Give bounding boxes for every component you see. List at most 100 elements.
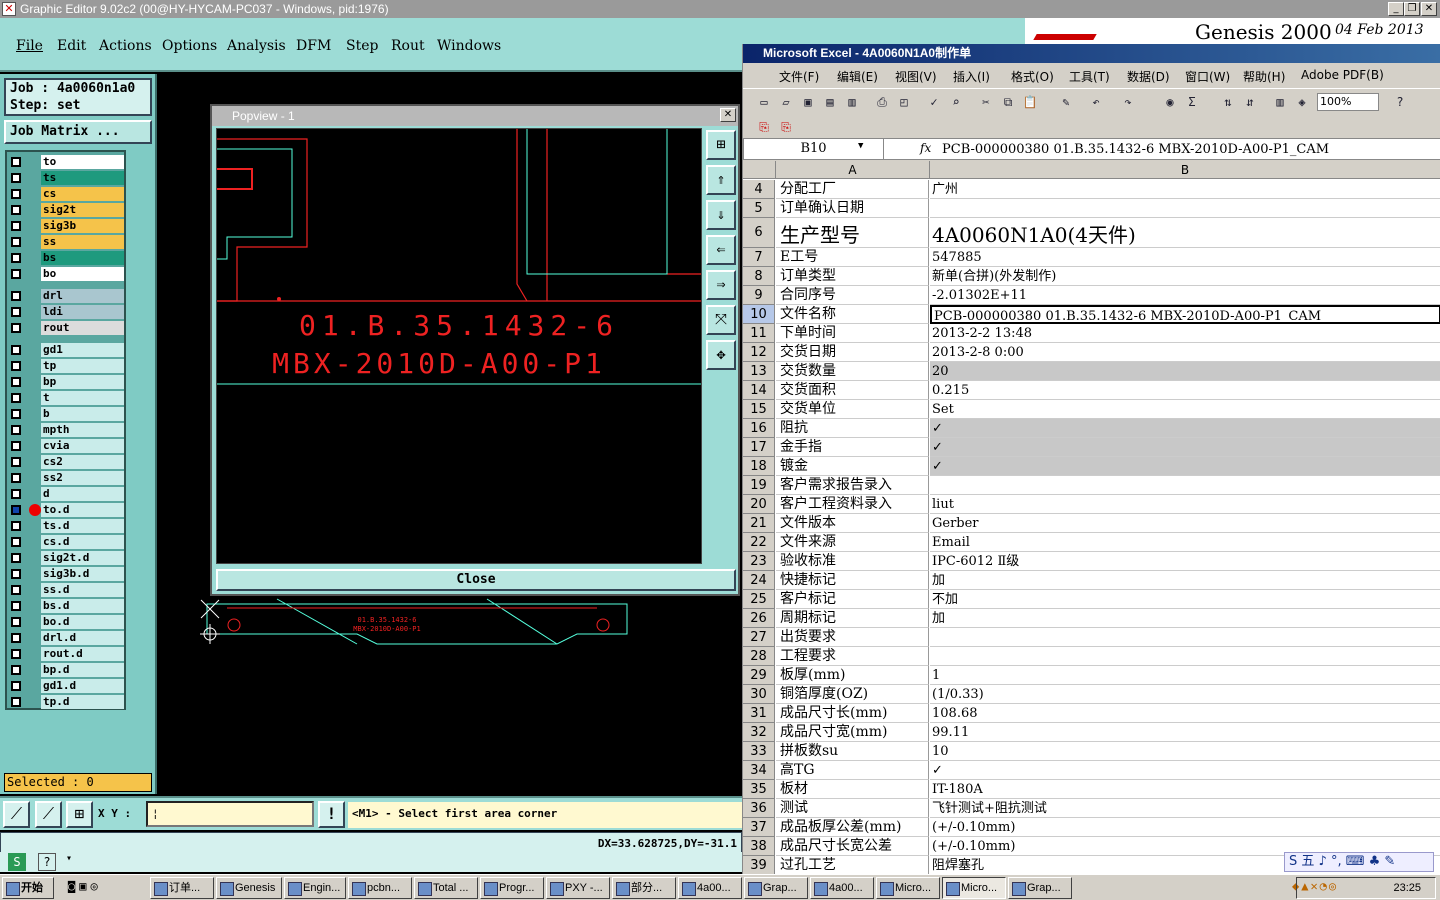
cell-b[interactable]: 2013-2-8 0:00 — [930, 343, 1440, 362]
cell-b[interactable]: liut — [930, 495, 1440, 514]
cell-b[interactable] — [930, 199, 1440, 218]
layer-row[interactable]: sig2t.d — [7, 550, 124, 566]
layer-name[interactable]: cs — [41, 187, 124, 201]
cell-b[interactable]: 20 — [930, 362, 1440, 381]
snap-icon[interactable]: ⟋ — [3, 801, 30, 828]
row-number[interactable]: 17 — [743, 438, 775, 457]
chart-icon[interactable]: ▥ — [1271, 93, 1289, 111]
undo-icon[interactable]: ↶ — [1087, 93, 1105, 111]
taskbar-button[interactable]: Micro... — [942, 877, 1006, 899]
taskbar-button[interactable]: 4a00... — [678, 877, 742, 899]
cell-b[interactable]: 飞针测试+阻抗测试 — [930, 799, 1440, 818]
ime-toolbar[interactable]: S 五 ♪ °, ⌨ ♣ ✎ — [1284, 852, 1434, 872]
layer-checkbox[interactable] — [11, 323, 21, 333]
layer-name[interactable]: bs — [41, 251, 124, 265]
row-number[interactable]: 39 — [743, 856, 775, 874]
cell-b[interactable]: ✓ — [930, 438, 1440, 457]
row-number[interactable]: 14 — [743, 381, 775, 400]
layer-name[interactable]: to.d — [41, 503, 124, 517]
row-number[interactable]: 19 — [743, 476, 775, 495]
layer-checkbox[interactable] — [11, 345, 21, 355]
layer-name[interactable]: gd1 — [41, 343, 124, 357]
layer-row[interactable]: rout — [7, 320, 124, 336]
excel-menu-insert[interactable]: 插入(I) — [953, 68, 990, 85]
row-number[interactable]: 7 — [743, 248, 775, 267]
cell-b[interactable]: 10 — [930, 742, 1440, 761]
layer-checkbox[interactable] — [11, 307, 21, 317]
layer-name[interactable]: tp — [41, 359, 124, 373]
cell-b[interactable]: 99.11 — [930, 723, 1440, 742]
cell-b[interactable]: ✓ — [930, 419, 1440, 438]
cell-a[interactable]: 工程要求 — [776, 647, 929, 666]
layer-name[interactable]: ss.d — [41, 583, 124, 597]
layer-checkbox[interactable] — [11, 617, 21, 627]
row-number[interactable]: 12 — [743, 343, 775, 362]
row-number[interactable]: 29 — [743, 666, 775, 685]
layer-checkbox[interactable] — [11, 649, 21, 659]
layer-row[interactable]: cs2 — [7, 454, 124, 470]
cell-a[interactable]: 测试 — [776, 799, 929, 818]
row-number[interactable]: 5 — [743, 199, 775, 218]
row-number[interactable]: 31 — [743, 704, 775, 723]
cell-a[interactable]: 客户需求报告录入 — [776, 476, 929, 495]
taskbar-button[interactable]: Micro... — [876, 877, 940, 899]
row-number[interactable]: 6 — [743, 218, 775, 248]
layer-checkbox[interactable] — [11, 457, 21, 467]
layer-checkbox[interactable] — [11, 441, 21, 451]
layer-checkbox[interactable] — [11, 409, 21, 419]
cell-b[interactable]: Set — [930, 400, 1440, 419]
cell-a[interactable]: 镀金 — [776, 457, 929, 476]
chevron-down-icon[interactable]: ▼ — [858, 141, 863, 151]
column-header-a[interactable]: A — [776, 161, 930, 179]
cell-b[interactable]: -2.01302E+11 — [930, 286, 1440, 305]
job-matrix-button[interactable]: Job Matrix ... — [4, 120, 152, 144]
close-button[interactable]: ✕ — [1421, 2, 1437, 16]
cell-a[interactable]: 客户标记 — [776, 590, 929, 609]
email-icon[interactable]: ▥ — [843, 93, 861, 111]
cell-b[interactable]: 不加 — [930, 590, 1440, 609]
row-number[interactable]: 13 — [743, 362, 775, 381]
permission-icon[interactable]: ▤ — [821, 93, 839, 111]
layer-checkbox[interactable] — [11, 489, 21, 499]
layer-name[interactable]: t — [41, 391, 124, 405]
copy-icon[interactable]: ⧉ — [999, 93, 1017, 111]
layer-name[interactable]: cs.d — [41, 535, 124, 549]
minimize-button[interactable]: _ — [1388, 2, 1404, 16]
cell-b[interactable]: PCB-000000380 01.B.35.1432-6 MBX-2010D-A… — [930, 305, 1440, 324]
cell-a[interactable]: 文件来源 — [776, 533, 929, 552]
layer-checkbox[interactable] — [11, 553, 21, 563]
cell-a[interactable]: 过孔工艺 — [776, 856, 929, 874]
sogou-icon[interactable]: S — [8, 853, 26, 871]
row-number[interactable]: 32 — [743, 723, 775, 742]
taskbar-button[interactable]: pcbn... — [348, 877, 412, 899]
layer-row[interactable]: bp.d — [7, 662, 124, 678]
cell-a[interactable]: 分配工厂 — [776, 180, 929, 199]
layer-row[interactable]: ss — [7, 234, 124, 250]
layer-row[interactable]: sig3b.d — [7, 566, 124, 582]
cell-b[interactable]: 1 — [930, 666, 1440, 685]
save-icon[interactable]: ▣ — [799, 93, 817, 111]
layer-checkbox[interactable] — [11, 569, 21, 579]
zoom-select[interactable]: 100% — [1317, 93, 1379, 111]
cell-b[interactable]: 4A0060N1A0(4天件) — [930, 218, 1440, 248]
redo-icon[interactable]: ↷ — [1119, 93, 1137, 111]
format-painter-icon[interactable]: ✎ — [1057, 93, 1075, 111]
row-number[interactable]: 9 — [743, 286, 775, 305]
layer-name[interactable]: bo — [41, 267, 124, 281]
layer-name[interactable]: tp.d — [41, 695, 124, 709]
layer-checkbox[interactable] — [11, 681, 21, 691]
cell-a[interactable]: 铜箔厚度(OZ) — [776, 685, 929, 704]
row-number[interactable]: 38 — [743, 837, 775, 856]
new-icon[interactable]: ▭ — [755, 93, 773, 111]
taskbar-button[interactable]: PXY -... — [546, 877, 610, 899]
row-number[interactable]: 11 — [743, 324, 775, 343]
layer-name[interactable]: bs.d — [41, 599, 124, 613]
layer-name[interactable]: ss — [41, 235, 124, 249]
row-number[interactable]: 4 — [743, 180, 775, 199]
layer-name[interactable]: d — [41, 487, 124, 501]
excel-menu-view[interactable]: 视图(V) — [895, 68, 937, 85]
layer-name[interactable]: cs2 — [41, 455, 124, 469]
layer-name[interactable]: drl.d — [41, 631, 124, 645]
layer-checkbox[interactable] — [11, 269, 21, 279]
row-number[interactable]: 10 — [743, 305, 775, 324]
